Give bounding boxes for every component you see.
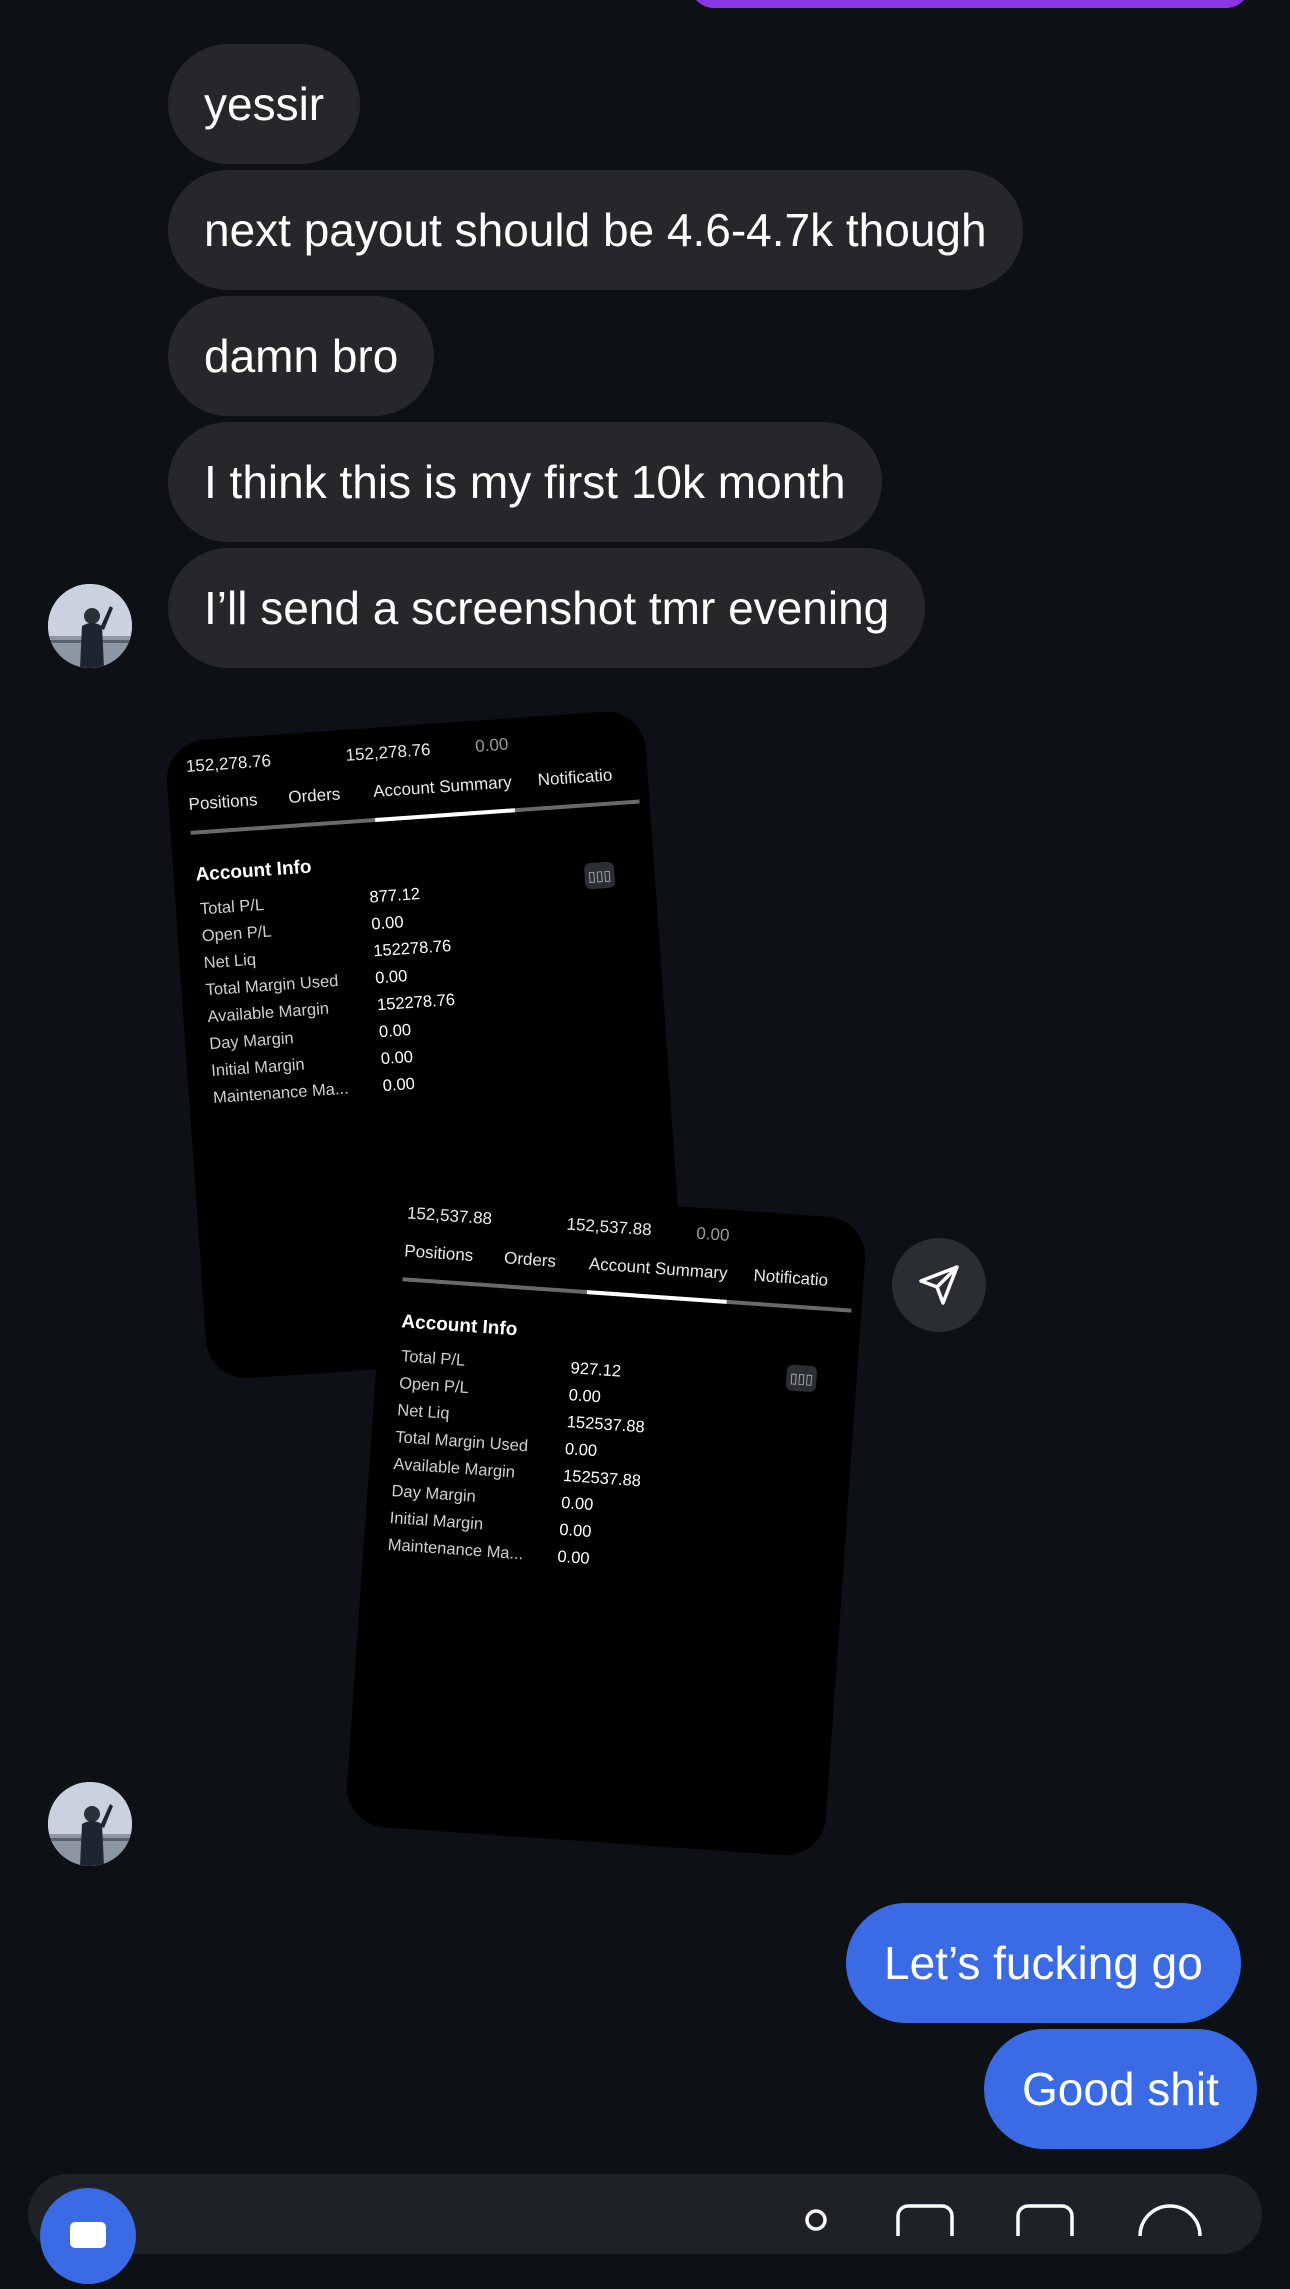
row-value: 0.00 <box>380 1047 414 1069</box>
info-row: Total Margin Used 0.00 <box>205 967 408 1007</box>
tab-notifications: Notificatio <box>537 765 613 790</box>
row-label: Available Margin <box>392 1455 516 1482</box>
row-label: Maintenance Ma... <box>387 1535 524 1564</box>
avatar-photo <box>48 584 132 668</box>
row-label: Open P/L <box>201 922 273 946</box>
info-row: Total Margin Used 0.00 <box>394 1428 598 1460</box>
balance-value: 0.00 <box>474 734 509 756</box>
row-value: 152278.76 <box>376 990 456 1015</box>
tab-orders: Orders <box>503 1248 557 1271</box>
balance-value: 152,278.76 <box>185 751 272 777</box>
incoming-message[interactable]: damn bro <box>168 296 435 416</box>
balance-value: 0.00 <box>695 1223 731 1245</box>
row-value: 0.00 <box>558 1520 593 1541</box>
share-button[interactable] <box>892 1238 986 1332</box>
row-label: Available Margin <box>206 999 330 1027</box>
balance-value: 152,537.88 <box>406 1203 493 1229</box>
composer-toolbar-icons <box>805 2204 1202 2236</box>
row-value: 0.00 <box>564 1439 598 1461</box>
info-row: Net Liq 152537.88 <box>396 1401 646 1436</box>
row-label: Day Margin <box>208 1029 295 1054</box>
row-label: Total P/L <box>199 895 265 919</box>
camera-button[interactable] <box>40 2188 136 2284</box>
send-icon <box>919 1265 959 1305</box>
message-text: next payout should be 4.6-4.7k though <box>204 204 987 256</box>
info-row: Day Margin 0.00 <box>390 1482 594 1514</box>
row-value: 877.12 <box>368 885 421 907</box>
row-label: Open P/L <box>398 1374 470 1398</box>
gallery-icon <box>896 2204 954 2236</box>
message-text: yessir <box>204 78 325 130</box>
message-text: I think this is my first 10k month <box>204 456 846 508</box>
message-text: Let’s fucking go <box>884 1937 1203 1989</box>
previous-sent-bubble[interactable] <box>690 0 1250 8</box>
incoming-message[interactable]: next payout should be 4.6-4.7k though <box>168 170 1023 290</box>
mic-icon <box>805 2209 827 2231</box>
incoming-message[interactable]: I think this is my first 10k month <box>168 422 882 542</box>
row-value: 152278.76 <box>372 937 452 961</box>
plus-icon <box>1138 2204 1202 2236</box>
info-row: Initial Margin 0.00 <box>389 1509 592 1541</box>
info-row: Day Margin 0.00 <box>209 1021 412 1061</box>
columns-icon: ▯▯▯ <box>785 1364 818 1393</box>
row-value: 927.12 <box>570 1359 622 1381</box>
incoming-message[interactable]: yessir <box>168 44 361 164</box>
info-row: Net Liq 152278.76 <box>203 937 452 980</box>
info-row: Open P/L 0.00 <box>398 1374 602 1406</box>
avatar-photo <box>48 1782 132 1866</box>
row-value: 0.00 <box>370 913 405 934</box>
info-row: Maintenance Ma... 0.00 <box>213 1075 416 1115</box>
avatar[interactable] <box>48 1782 132 1866</box>
tab-positions: Positions <box>403 1241 474 1266</box>
row-value: 0.00 <box>560 1493 594 1515</box>
row-label: Initial Margin <box>210 1055 306 1081</box>
incoming-message[interactable]: I’ll send a screenshot tmr evening <box>168 548 926 668</box>
screenshot-image[interactable]: 152,537.88 152,537.88 0.00 Positions Ord… <box>344 1186 868 1858</box>
sticker-icon <box>1016 2204 1074 2236</box>
outgoing-message[interactable]: Good shit <box>984 2029 1257 2149</box>
tab-orders: Orders <box>287 784 341 807</box>
section-title: Account Info <box>194 856 313 886</box>
balance-value: 152,537.88 <box>566 1214 653 1240</box>
tab-positions: Positions <box>187 790 259 814</box>
columns-icon: ▯▯▯ <box>583 861 616 890</box>
row-label: Day Margin <box>391 1481 477 1506</box>
info-row: Available Margin 152278.76 <box>207 991 456 1034</box>
tab-notifications: Notificatio <box>752 1265 829 1290</box>
avatar[interactable] <box>48 584 132 668</box>
tab-account-summary: Account Summary <box>588 1254 729 1283</box>
info-row: Open P/L 0.00 <box>201 913 404 953</box>
tab-account-summary: Account Summary <box>372 772 513 802</box>
row-value: 152537.88 <box>562 1466 642 1491</box>
row-value: 0.00 <box>374 967 408 988</box>
info-row: Maintenance Ma... 0.00 <box>387 1536 590 1568</box>
row-value: 152537.88 <box>566 1413 646 1437</box>
row-label: Initial Margin <box>389 1508 484 1534</box>
info-row: Total P/L 927.12 <box>400 1347 621 1380</box>
balance-value: 152,278.76 <box>344 739 432 765</box>
row-value: 0.00 <box>556 1547 591 1568</box>
row-label: Net Liq <box>396 1401 451 1423</box>
row-value: 0.00 <box>382 1074 416 1096</box>
outgoing-message[interactable]: Let’s fucking go <box>846 1903 1241 2023</box>
info-row: Total P/L 877.12 <box>199 885 420 926</box>
row-label: Maintenance Ma... <box>212 1079 350 1107</box>
row-value: 0.00 <box>378 1021 412 1042</box>
row-value: 0.00 <box>568 1386 602 1407</box>
message-text: Good shit <box>1022 2063 1219 2115</box>
row-label: Total Margin Used <box>205 971 339 1000</box>
row-label: Net Liq <box>203 950 257 973</box>
message-text: I’ll send a screenshot tmr evening <box>204 582 890 634</box>
row-label: Total Margin Used <box>394 1428 529 1456</box>
camera-icon <box>70 2222 106 2248</box>
section-title: Account Info <box>400 1311 519 1341</box>
info-row: Available Margin 152537.88 <box>392 1455 642 1490</box>
message-text: damn bro <box>204 330 399 382</box>
row-label: Total P/L <box>400 1347 466 1370</box>
info-row: Initial Margin 0.00 <box>211 1048 414 1088</box>
